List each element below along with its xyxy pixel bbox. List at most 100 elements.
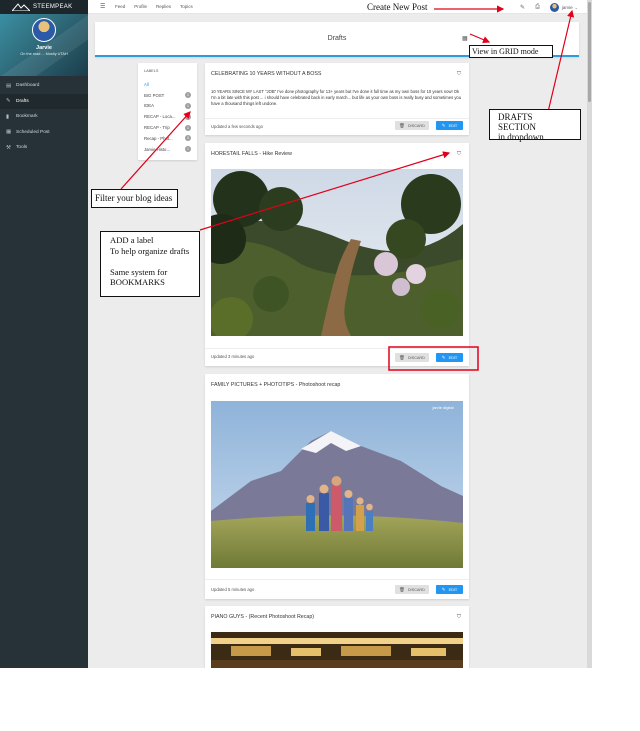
annotation-line: DRAFTS SECTION	[498, 112, 536, 132]
draft-title[interactable]: PIANO GUYS - (Recent Photoshoot Recap)	[211, 614, 314, 620]
edit-button[interactable]: ✎ EDIT	[436, 121, 463, 130]
draft-updated-time: Updated a few seconds ago	[211, 124, 263, 129]
label-name: BIG POST	[144, 92, 165, 98]
annotation-line: in dropdown	[498, 132, 544, 142]
label-name: Jarvie Histo...	[144, 146, 171, 152]
label-count-badge: 1	[185, 102, 191, 109]
annotation-line: BOOKMARKS	[110, 277, 165, 287]
draft-title[interactable]: HORESTAIL FALLS - Hike Review	[211, 151, 292, 157]
draft-card[interactable]: HORESTAIL FALLS - Hike Review ⛉ Updated …	[205, 143, 469, 366]
pencil-icon: ✎	[441, 586, 446, 592]
card-divider	[205, 579, 469, 580]
label-filter-item[interactable]: Jarvie Histo... 1	[138, 144, 197, 155]
hamburger-menu-icon[interactable]: ☰	[100, 3, 106, 10]
draft-updated-time: Updated 5 minutes ago	[211, 587, 255, 592]
profile-card: Jarvie On the road ... Mostly UTAH	[0, 14, 88, 76]
dashboard-icon: ▤	[6, 82, 12, 89]
chevron-down-icon[interactable]: ⌄	[575, 5, 578, 10]
label-filter-item[interactable]: RECAP - Loca... 1	[138, 111, 197, 122]
top-bar-actions: ✎ ⎙ jarvie ⌄	[510, 0, 578, 14]
avatar[interactable]	[32, 18, 56, 42]
create-post-pencil-icon[interactable]: ✎	[520, 4, 525, 11]
discard-button[interactable]: 🗑 DISCARD	[395, 121, 429, 130]
draft-card[interactable]: PIANO GUYS - (Recent Photoshoot Recap) ⛉	[205, 606, 469, 668]
discard-label: DISCARD	[407, 587, 425, 592]
label-filter-all[interactable]: All	[138, 79, 197, 90]
edit-button[interactable]: ✎ EDIT	[436, 585, 463, 594]
steempeak-logo-icon	[12, 3, 30, 11]
pencil-icon: ✎	[441, 122, 446, 128]
label-count-badge: 1	[185, 146, 191, 153]
discard-button[interactable]: 🗑 DISCARD	[395, 585, 429, 594]
sidebar-item-label: Tools	[16, 145, 28, 151]
label-count-badge: 1	[185, 124, 191, 131]
nav-link-feed[interactable]: Feed	[115, 4, 125, 9]
tools-icon: ⚒	[6, 144, 11, 151]
scrollbar[interactable]	[587, 0, 592, 668]
calendar-icon: ▦	[6, 129, 12, 136]
label-filter-item[interactable]: BIG POST 1	[138, 90, 197, 101]
user-avatar[interactable]	[549, 2, 559, 12]
sidebar-item-label: Drafts	[16, 98, 29, 104]
page-title: Drafts	[327, 35, 347, 42]
brand-bar[interactable]: STEEMPEAK	[0, 0, 88, 14]
trash-icon: 🗑	[399, 586, 405, 592]
sidebar-item-bookmark[interactable]: ▮ Bookmark	[0, 109, 88, 125]
draft-cover-image: jarvie digital	[211, 401, 463, 568]
nav-link-profile[interactable]: Profile	[134, 4, 147, 9]
sidebar: STEEMPEAK Jarvie On the road ... Mostly …	[0, 0, 88, 668]
label-tag-icon[interactable]: ⛉	[457, 151, 461, 158]
draft-cover-image	[211, 632, 463, 668]
label-count-badge: 3	[185, 135, 191, 142]
label-name: Recap - Phot...	[144, 135, 173, 141]
draft-card[interactable]: FAMILY PICTURES + PHOTOTIPS - Photoshoot…	[205, 374, 469, 599]
annotation-create-new-post: Create New Post	[367, 2, 428, 12]
nav-link-topics[interactable]: Topics	[180, 4, 193, 9]
draft-title[interactable]: CELEBRATING 10 YEARS WITHOUT A BOSS	[211, 71, 321, 77]
label-name: RECAP - Loca...	[144, 114, 176, 120]
edit-button[interactable]: ✎ EDIT	[436, 353, 463, 362]
draft-card[interactable]: CELEBRATING 10 YEARS WITHOUT A BOSS ⛉ 10…	[205, 63, 469, 135]
brand-name: STEEMPEAK	[33, 4, 73, 10]
label-tag-icon[interactable]: ⛉	[457, 71, 461, 78]
profile-subtitle: On the road ... Mostly UTAH	[20, 52, 68, 56]
annotation-label-note: ADD a label To help organize drafts Same…	[100, 231, 200, 297]
label-count-badge: 1	[185, 92, 191, 99]
nav-link-replies[interactable]: Replies	[156, 4, 171, 9]
grid-view-icon[interactable]: ▦	[462, 35, 468, 42]
label-filter-item[interactable]: Recap - Phot... 3	[138, 133, 197, 144]
annotation-spacer	[110, 256, 190, 267]
labels-panel: LABELS All BIG POST 1 IDEA 1 RECAP - Loca.…	[138, 63, 197, 160]
annotation-filter: Filter your blog ideas	[91, 189, 178, 208]
label-name: IDEA	[144, 103, 155, 109]
profile-name: Jarvie	[36, 45, 52, 51]
sidebar-item-dashboard[interactable]: ▤ Dashboard	[0, 78, 88, 94]
notifications-inbox-icon[interactable]: ⎙	[535, 4, 540, 11]
card-divider	[205, 118, 469, 119]
annotation-line: To help organize drafts	[110, 245, 190, 256]
user-menu-name[interactable]: jarvie	[562, 5, 573, 10]
annotation-line: Same system for	[110, 266, 168, 277]
sidebar-item-scheduled-post[interactable]: ▦ Scheduled Post	[0, 125, 88, 141]
label-filter-item[interactable]: IDEA 1	[138, 101, 197, 112]
sidebar-item-label: Dashboard	[16, 83, 40, 89]
trash-icon: 🗑	[399, 122, 405, 128]
edit-label: EDIT	[448, 355, 458, 360]
label-filter-item[interactable]: RECAP - Trip 1	[138, 122, 197, 133]
sidebar-item-tools[interactable]: ⚒ Tools	[0, 140, 88, 156]
scrollbar-thumb[interactable]	[588, 2, 591, 102]
edit-label: EDIT	[448, 587, 458, 592]
annotation-grid-mode: View in GRID mode	[469, 45, 553, 58]
edit-icon: ✎	[6, 98, 11, 105]
label-tag-icon[interactable]: ⛉	[457, 614, 461, 621]
sidebar-nav: ▤ Dashboard ✎ Drafts ▮ Bookmark ▦ Scheduled …	[0, 78, 88, 156]
draft-title[interactable]: FAMILY PICTURES + PHOTOTIPS - Photoshoot…	[211, 382, 340, 388]
discard-button[interactable]: 🗑 DISCARD	[395, 353, 429, 362]
top-bar: ☰ Feed Profile Replies Topics ✎ ⎙ jarvie…	[88, 0, 592, 14]
sidebar-item-drafts[interactable]: ✎ Drafts	[0, 93, 88, 109]
annotation-line: ADD a label	[110, 235, 154, 245]
card-divider	[205, 348, 469, 349]
discard-label: DISCARD	[407, 123, 425, 128]
label-count-badge: 1	[185, 113, 191, 120]
draft-excerpt: 10 YEARS SINCE MY LAST "JOB" I've done p…	[211, 89, 462, 107]
